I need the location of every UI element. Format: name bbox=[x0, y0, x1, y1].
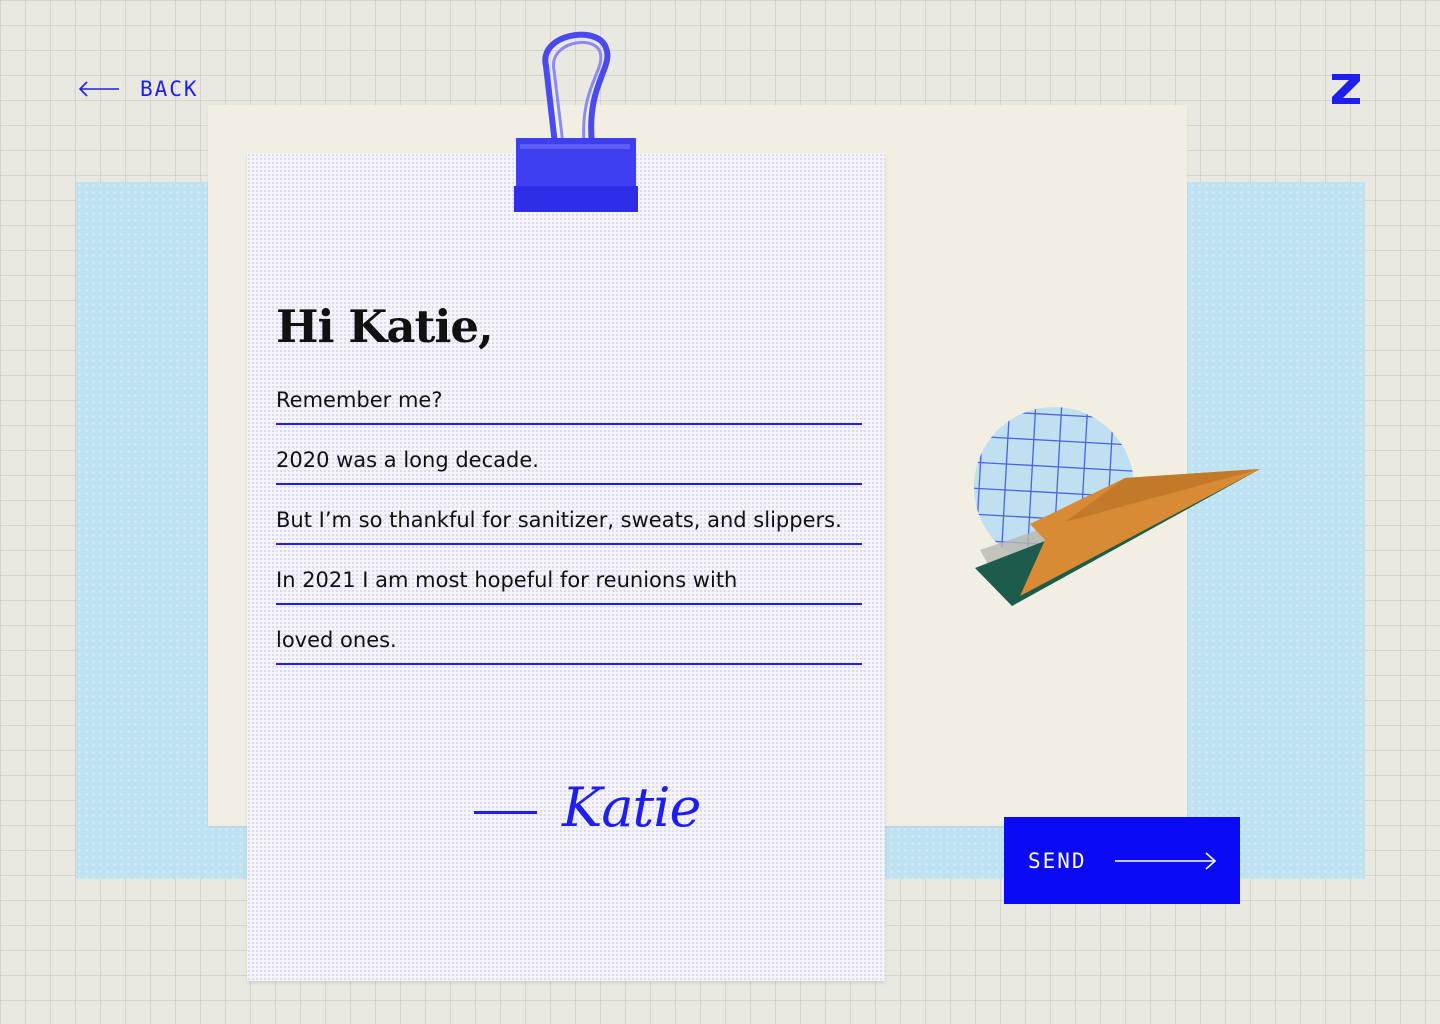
back-label: BACK bbox=[140, 77, 199, 101]
arrow-right-icon bbox=[1115, 851, 1217, 870]
letter-line-text: loved ones. bbox=[276, 628, 397, 652]
letter-line-5[interactable]: loved ones. bbox=[276, 621, 862, 665]
letter-line-4[interactable]: In 2021 I am most hopeful for reunions w… bbox=[276, 561, 862, 605]
z-logo-icon[interactable] bbox=[1330, 72, 1362, 106]
back-button[interactable]: BACK bbox=[78, 74, 199, 104]
arrow-left-icon bbox=[78, 81, 119, 97]
letter-line-text: 2020 was a long decade. bbox=[276, 448, 539, 472]
paper-plane-illustration bbox=[974, 407, 1260, 606]
letter-line-3[interactable]: But I’m so thankful for sanitizer, sweat… bbox=[276, 501, 862, 545]
signature-dash bbox=[474, 811, 537, 814]
letter-line-2[interactable]: 2020 was a long decade. bbox=[276, 441, 862, 485]
binder-clip-icon bbox=[514, 31, 638, 212]
letter-line-text: Remember me? bbox=[276, 388, 443, 412]
letter-line-text: In 2021 I am most hopeful for reunions w… bbox=[276, 568, 738, 592]
send-button[interactable]: SEND bbox=[1004, 817, 1240, 904]
letter-greeting: Hi Katie, bbox=[276, 300, 494, 353]
letter-line-text: But I’m so thankful for sanitizer, sweat… bbox=[276, 508, 842, 532]
send-label: SEND bbox=[1028, 848, 1087, 873]
letter-line-1[interactable]: Remember me? bbox=[276, 381, 862, 425]
signature: Katie bbox=[562, 776, 701, 839]
